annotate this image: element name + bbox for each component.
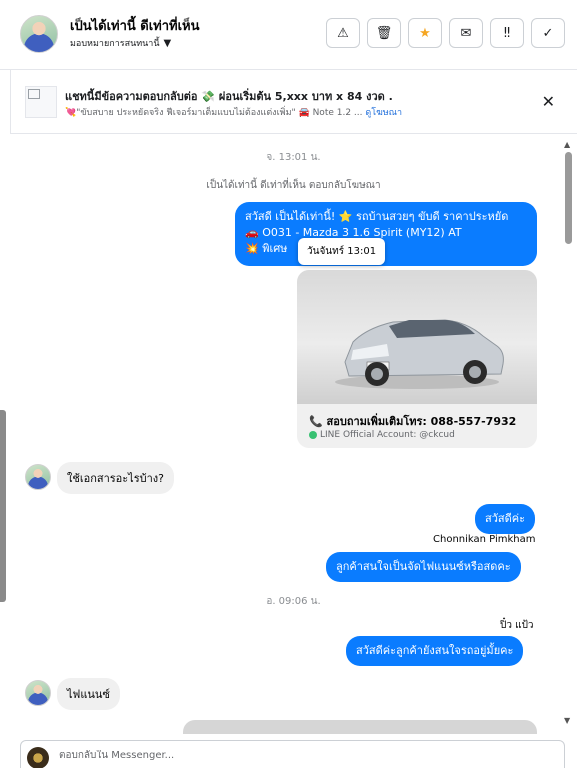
outgoing-message[interactable]: สวัสดีค่ะลูกค้ายังสนใจรถอยู่มั้ยคะ xyxy=(346,636,524,666)
warning-icon: ⚠ xyxy=(337,25,349,41)
star-icon: ★ xyxy=(419,25,431,41)
message-thread: จ. 13:01 น. เป็นได้เท่านี้ ดีเท่าที่เห็น… xyxy=(10,134,577,734)
car-illustration xyxy=(335,319,504,389)
system-note: เป็นได้เท่านี้ ดีเท่าที่เห็น ตอบกลับโฆษณ… xyxy=(206,180,381,191)
scrollbar-thumb[interactable] xyxy=(565,152,572,244)
card-line-account-text: LINE Official Account: @ckcud xyxy=(320,430,455,440)
check-icon: ✓ xyxy=(542,25,554,41)
incoming-message[interactable]: ไฟแนนซ์ xyxy=(57,678,120,710)
reply-composer xyxy=(20,740,565,768)
sender-name: ปิ๋ว แป้ว xyxy=(500,620,534,631)
outgoing-message[interactable]: สวัสดีค่ะ xyxy=(475,504,536,534)
view-ad-link[interactable]: ดูโฆษณา xyxy=(365,108,402,118)
message-line: 💥 พิเศษ xyxy=(245,241,288,255)
message-line: สวัสดี เป็นได้เท่านี้! ⭐ รถบ้านสวยๆ ขับด… xyxy=(245,210,509,223)
priority-icon: ‼ xyxy=(503,25,511,41)
scroll-down-arrow-icon[interactable]: ▼ xyxy=(564,716,570,725)
page-scrollbar-thumb[interactable] xyxy=(0,410,6,602)
image-attachment[interactable] xyxy=(183,720,537,734)
star-button[interactable]: ★ xyxy=(408,18,442,48)
timestamp-separator: อ. 09:06 น. xyxy=(266,596,321,607)
scroll-up-arrow-icon[interactable]: ▲ xyxy=(564,140,570,149)
contact-avatar-small[interactable] xyxy=(25,464,51,490)
header-actions: ⚠ 🗑 ★ ✉ ‼ ✓ xyxy=(326,18,565,48)
ad-description: 💘"ขับสบาย ประหยัดจริง ฟีเจอร์มาเต็มแบบไม… xyxy=(65,105,402,119)
timestamp-separator: จ. 13:01 น. xyxy=(266,152,321,163)
mark-done-button[interactable]: ✓ xyxy=(531,18,565,48)
line-icon xyxy=(309,430,317,439)
assign-conversation-dropdown[interactable]: มอบหมายการสนทนานี้ ▼ xyxy=(70,36,171,50)
card-line-account: LINE Official Account: @ckcud xyxy=(309,430,455,440)
ad-reply-message[interactable]: สวัสดี เป็นได้เท่านี้! ⭐ รถบ้านสวยๆ ขับด… xyxy=(235,202,537,266)
inbox-conversation-panel: เป็นได้เท่านี้ ดีเท่าที่เห็น มอบหมายการส… xyxy=(0,0,577,768)
ad-image-card[interactable]: 📞 สอบถามเพิ่มเติมโทร: 088-557-7932 LINE … xyxy=(297,270,537,448)
car-photo xyxy=(297,270,537,404)
incoming-message[interactable]: ใช้เอกสารอะไรบ้าง? xyxy=(57,462,174,494)
timestamp-tooltip: วันจันทร์ 13:01 xyxy=(298,238,386,265)
ad-thumbnail xyxy=(25,86,57,118)
message-line: 🚗 O031 - Mazda 3 1.6 Spirit (MY12) AT xyxy=(245,225,462,239)
contact-avatar[interactable] xyxy=(20,15,58,53)
page-avatar xyxy=(27,747,49,768)
ad-title: แชทนี้มีข้อความตอบกลับต่อ 💸 ผ่อนเริ่มต้น… xyxy=(65,90,393,103)
mail-icon: ✉ xyxy=(460,25,472,41)
conversation-header: เป็นได้เท่านี้ ดีเท่าที่เห็น มอบหมายการส… xyxy=(0,0,577,70)
caret-down-icon: ▼ xyxy=(163,37,172,49)
spam-button[interactable]: ⚠ xyxy=(326,18,360,48)
contact-avatar-small[interactable] xyxy=(25,680,51,706)
mark-unread-button[interactable]: ✉ xyxy=(449,18,483,48)
close-icon[interactable]: ✕ xyxy=(542,92,555,111)
delete-button[interactable]: 🗑 xyxy=(367,18,401,48)
ad-context-banner: แชทนี้มีข้อความตอบกลับต่อ 💸 ผ่อนเริ่มต้น… xyxy=(10,70,577,134)
outgoing-message[interactable]: ลูกค้าสนใจเป็นจัดไฟแนนซ์หรือสดคะ xyxy=(326,552,521,582)
follow-up-button[interactable]: ‼ xyxy=(490,18,524,48)
reply-input[interactable] xyxy=(59,750,539,761)
assign-label: มอบหมายการสนทนานี้ xyxy=(70,39,160,49)
card-phone-line: 📞 สอบถามเพิ่มเติมโทร: 088-557-7932 xyxy=(309,415,517,428)
ad-description-text: 💘"ขับสบาย ประหยัดจริง ฟีเจอร์มาเต็มแบบไม… xyxy=(65,108,363,118)
sender-name: Chonnikan Pimkham xyxy=(433,534,536,545)
trash-icon: 🗑 xyxy=(375,25,393,41)
contact-name[interactable]: เป็นได้เท่านี้ ดีเท่าที่เห็น xyxy=(70,15,200,36)
